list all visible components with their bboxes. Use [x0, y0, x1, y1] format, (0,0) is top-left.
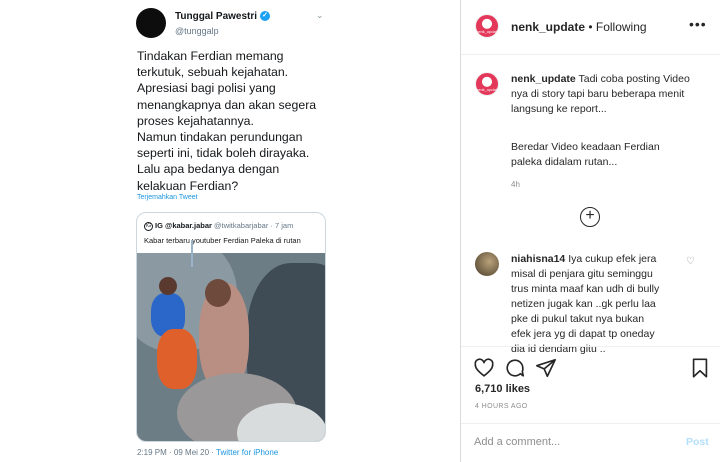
avatar-text: nenk_update: [476, 87, 499, 92]
tweet-text-line: Namun tindakan perundungan: [137, 130, 303, 145]
more-options-icon[interactable]: •••: [689, 16, 707, 32]
caption-line-text: Tadi coba posting Video: [575, 73, 690, 85]
comment-text: niahisna14 Iya cukup efek jera misal di …: [511, 252, 711, 357]
header-username: nenk_update • Following: [511, 20, 647, 34]
tweet-text-line: terkutuk, sebuah kejahatan.: [137, 65, 289, 80]
comment-line: pke di pukul takut nya bukan: [511, 313, 645, 325]
tweet-footer: 2:19 PM · 09 Mei 20 · Twitter for iPhone: [137, 448, 278, 457]
caption-line: langsung ke report...: [511, 103, 607, 115]
tweet-text-line: Lalu apa bedanya dengan: [137, 162, 280, 177]
tweet-text-line: seperti ini, tidak boleh dirayaka.: [137, 146, 310, 161]
caption-extra: Beredar Video keadaan Ferdian paleka did…: [511, 140, 660, 170]
translate-tweet-link[interactable]: Terjemahkan Tweet: [137, 194, 198, 201]
comment-line: misal di penjara gitu seminggu: [511, 268, 653, 280]
tweet-text-line: Tindakan Ferdian memang: [137, 49, 284, 63]
add-comment-bar: Post: [461, 423, 720, 462]
tweet-text-line: kelakuan Ferdian?: [137, 178, 239, 193]
quoted-tweet[interactable]: IG IG @kabar.jabar @twitkabarjabar · 7 ja…: [136, 212, 326, 442]
bookmark-icon[interactable]: [689, 357, 711, 379]
caption-line: nenk_update Tadi coba posting Video: [511, 72, 711, 87]
caption-time[interactable]: 4h: [511, 180, 520, 189]
caption-username[interactable]: nenk_update: [511, 73, 576, 85]
tweet-author-avatar[interactable]: [136, 8, 166, 38]
tweet-author-handle[interactable]: @tunggalp: [175, 26, 219, 36]
post-time-ago[interactable]: 4 HOURS AGO: [475, 403, 528, 410]
post-actions: 6,710 likes 4 HOURS AGO Post: [461, 346, 720, 462]
chevron-down-icon[interactable]: ⌄: [316, 10, 324, 21]
tweet-text: Tindakan Ferdian memang terkutuk, sebuah…: [137, 48, 337, 194]
comment-username[interactable]: niahisna14: [511, 253, 565, 265]
caption-avatar[interactable]: nenk_update: [475, 72, 499, 96]
avatar-text: nenk_update: [476, 29, 499, 34]
comment-bubble-icon[interactable]: [504, 357, 526, 379]
quoted-account-name: IG @kabar.jabar: [155, 221, 212, 230]
tweet-source-link[interactable]: Twitter for iPhone: [216, 448, 278, 457]
quoted-account-avatar-icon: IG: [144, 221, 153, 231]
avatar[interactable]: nenk_update: [475, 14, 499, 38]
post-comment-button[interactable]: Post: [686, 436, 709, 448]
load-more-comments-icon[interactable]: +: [580, 207, 600, 227]
quoted-account-meta: @twitkabarjabar · 7 jam: [211, 221, 294, 230]
comment-line: netizen jugak kan ..gk perlu laa: [511, 298, 656, 310]
tweet-author-name-text[interactable]: Tunggal Pawestri: [175, 11, 257, 22]
tweet-timestamp[interactable]: 2:19 PM · 09 Mei 20 ·: [137, 448, 216, 457]
header-username-link[interactable]: nenk_update: [511, 20, 585, 34]
verified-badge-icon: ✓: [260, 11, 271, 22]
quoted-video-thumbnail[interactable]: [137, 253, 325, 441]
comment-avatar[interactable]: [475, 252, 499, 276]
comment-line: trus minta maaf kan udh di bully: [511, 283, 660, 295]
tweet-author-name[interactable]: Tunggal Pawestri ✓: [175, 11, 271, 22]
embedded-tweet: Tunggal Pawestri ✓ @tunggalp ⌄ Tindakan F…: [0, 0, 461, 462]
following-status[interactable]: • Following: [585, 20, 646, 34]
tweet-text-line: Apresiasi bagi polisi yang: [137, 81, 276, 96]
share-direct-icon[interactable]: [535, 357, 557, 379]
like-comment-heart-icon[interactable]: ♡: [686, 256, 695, 267]
post-header: nenk_update nenk_update • Following •••: [461, 0, 720, 55]
comment-line-text: Iya cukup efek jera: [565, 253, 657, 265]
caption-extra-line: Beredar Video keadaan Ferdian: [511, 141, 660, 153]
add-comment-input[interactable]: [474, 436, 674, 448]
caption-extra-line: paleka didalam rutan...: [511, 156, 618, 168]
comment-line: niahisna14 Iya cukup efek jera: [511, 252, 711, 267]
caption-text: nenk_update Tadi coba posting Video nya …: [511, 72, 711, 117]
caption-line: nya di story tapi baru beberapa menit: [511, 88, 685, 100]
instagram-post-panel: nenk_update nenk_update • Following ••• …: [461, 0, 720, 462]
quoted-tweet-text: Kabar terbaru youtuber Ferdian Paleka di…: [144, 236, 301, 245]
tweet-text-line: proses kejahatannya.: [137, 113, 254, 128]
quoted-tweet-header: IG IG @kabar.jabar @twitkabarjabar · 7 ja…: [144, 221, 293, 231]
likes-count[interactable]: 6,710 likes: [475, 383, 530, 395]
heart-icon[interactable]: [473, 357, 495, 379]
tweet-text-line: menangkapnya dan akan segera: [137, 97, 317, 112]
comment-line: efek jera yg di dapat tp oneday: [511, 328, 655, 340]
video-scrollbar[interactable]: [191, 240, 193, 267]
